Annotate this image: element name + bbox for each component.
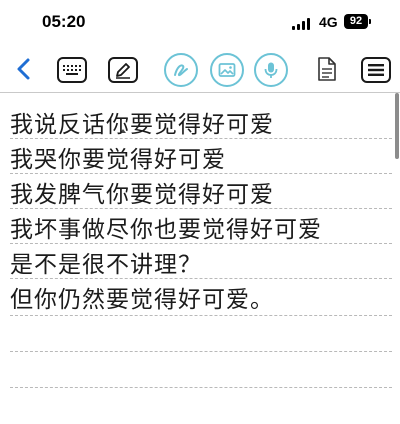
ruled-line [10,315,392,316]
document-icon[interactable] [310,52,344,86]
battery-icon: 92 [344,14,368,29]
menu-icon[interactable] [361,57,391,83]
note-line[interactable]: 我发脾气你要觉得好可爱 [10,175,274,209]
ruled-line [10,278,392,279]
status-bar: 05:20 4G 92 [0,0,400,46]
ruled-line [10,387,392,388]
note-canvas[interactable]: 我说反话你要觉得好可爱 我哭你要觉得好可爱 我发脾气你要觉得好可爱 我坏事做尽你… [0,93,396,424]
ruled-line [10,208,392,209]
ruled-line [10,173,392,174]
pen-icon[interactable] [108,57,138,83]
note-line[interactable]: 是不是很不讲理？ [10,245,202,279]
scrollbar[interactable] [395,93,399,159]
handwriting-icon[interactable] [164,53,198,87]
back-icon[interactable] [7,52,41,86]
keyboard-icon[interactable] [57,57,87,83]
ruled-line [10,351,392,352]
ruled-line [10,243,392,244]
signal-icon [292,18,312,30]
microphone-icon[interactable] [254,53,288,87]
ruled-line [10,138,392,139]
editor-toolbar [0,46,400,133]
note-line[interactable]: 我说反话你要觉得好可爱 [10,105,274,139]
note-line[interactable]: 我坏事做尽你也要觉得好可爱 [10,210,322,244]
status-time: 05:20 [42,12,86,31]
network-type: 4G [319,14,338,30]
image-icon[interactable] [210,53,244,87]
note-line[interactable]: 我哭你要觉得好可爱 [10,140,226,174]
note-line[interactable]: 但你仍然要觉得好可爱。 [10,280,274,314]
battery-tip [369,19,371,24]
